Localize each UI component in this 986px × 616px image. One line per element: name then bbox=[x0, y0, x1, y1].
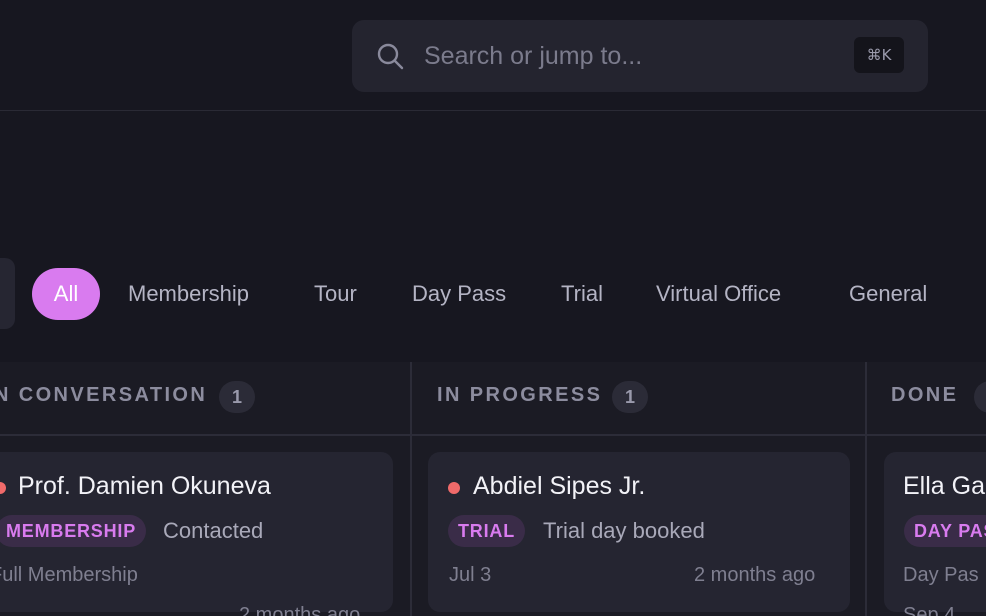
column-title-in-conversation: IN CONVERSATION bbox=[0, 384, 208, 406]
filter-chip-all[interactable]: All bbox=[32, 268, 100, 320]
lead-status: Trial day booked bbox=[543, 518, 705, 543]
lead-date: Sep 4 bbox=[903, 604, 956, 616]
lead-date: Jul 3 bbox=[449, 564, 492, 586]
search-icon bbox=[377, 43, 404, 70]
lead-detail: Full Membership bbox=[0, 564, 138, 586]
lead-name: Prof. Damien Okuneva bbox=[18, 472, 271, 500]
column-title-in-progress: IN PROGRESS bbox=[437, 384, 603, 406]
column-header-divider bbox=[0, 434, 986, 436]
column-title-done: DONE bbox=[891, 384, 959, 406]
filter-chip-virtual-office[interactable]: Virtual Office bbox=[656, 268, 781, 320]
lead-detail: Day Pas bbox=[903, 564, 979, 586]
lead-name: Ella Gar bbox=[903, 472, 986, 500]
filter-chip-trial[interactable]: Trial bbox=[561, 268, 603, 320]
lead-card[interactable]: Prof. Damien Okuneva MEMBERSHIP Contacte… bbox=[0, 452, 393, 616]
lead-updated: 2 months ago bbox=[239, 604, 361, 616]
filter-chip-general[interactable]: General bbox=[849, 268, 927, 320]
lead-status: Contacted bbox=[163, 518, 264, 543]
search-input[interactable] bbox=[424, 38, 824, 74]
lead-type-tag: DAY PAS bbox=[904, 515, 986, 547]
priority-dot bbox=[448, 482, 460, 494]
filter-chip-day-pass[interactable]: Day Pass bbox=[412, 268, 506, 320]
column-count: 1 bbox=[612, 381, 648, 413]
filter-chip-tour[interactable]: Tour bbox=[314, 268, 357, 320]
column-divider bbox=[410, 362, 412, 616]
column-count: 1 bbox=[219, 381, 255, 413]
priority-dot bbox=[0, 482, 6, 494]
lead-updated: 2 months ago bbox=[694, 564, 816, 586]
filter-chip-membership[interactable]: Membership bbox=[128, 268, 249, 320]
shortcut-hint: ⌘K bbox=[854, 37, 904, 73]
lead-type-tag: MEMBERSHIP bbox=[0, 515, 147, 547]
lead-card[interactable]: Abdiel Sipes Jr. TRIAL Trial day booked … bbox=[428, 452, 850, 612]
lead-type-tag: TRIAL bbox=[448, 515, 525, 547]
lead-card[interactable]: Ella Gar DAY PAS Day Pas Sep 4 bbox=[884, 452, 986, 616]
column-divider bbox=[865, 362, 867, 616]
filter-scroll-stub[interactable] bbox=[0, 258, 15, 329]
lead-name: Abdiel Sipes Jr. bbox=[473, 472, 646, 500]
